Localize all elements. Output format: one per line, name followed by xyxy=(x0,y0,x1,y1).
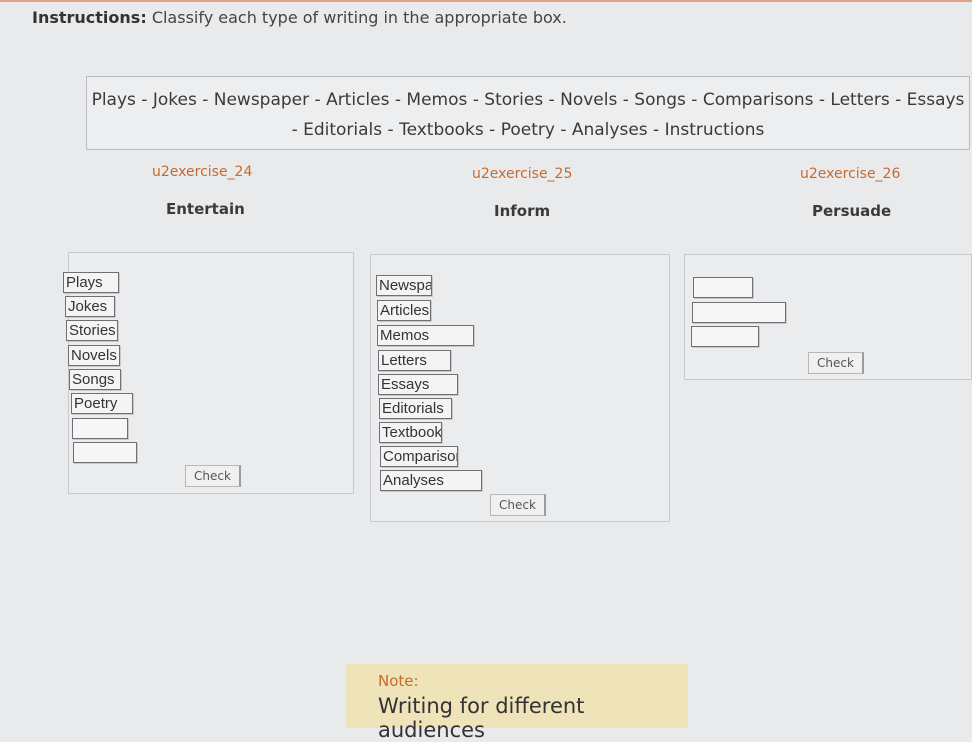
top-border xyxy=(0,0,972,2)
exercise-25-category: Inform xyxy=(494,202,551,220)
slot-stories[interactable]: Stories xyxy=(66,320,118,341)
slot-editorials[interactable]: Editorials xyxy=(379,398,452,419)
slot-analyses[interactable]: Analyses xyxy=(380,470,482,491)
exercise-26-category: Persuade xyxy=(812,202,892,220)
word-bank-line-2: - Editorials - Textbooks - Poetry - Anal… xyxy=(291,120,765,140)
slot-plays[interactable]: Plays xyxy=(63,272,119,293)
instructions: Instructions: Classify each type of writ… xyxy=(32,8,567,27)
slot-letters[interactable]: Letters xyxy=(378,350,451,371)
check-button-persuade[interactable]: Check xyxy=(808,352,864,374)
empty-slot[interactable] xyxy=(72,418,128,439)
slot-memos[interactable]: Memos xyxy=(377,325,474,346)
word-bank: Plays - Jokes - Newspaper - Articles - M… xyxy=(86,76,970,150)
slot-articles[interactable]: Articles xyxy=(377,300,431,321)
check-button-entertain[interactable]: Check xyxy=(185,465,241,487)
exercise-26-name: u2exercise_26 xyxy=(800,166,901,182)
empty-slot[interactable] xyxy=(693,277,753,298)
slot-poetry[interactable]: Poetry xyxy=(71,393,133,414)
instructions-label: Instructions: xyxy=(32,8,147,27)
slot-songs[interactable]: Songs xyxy=(69,369,121,390)
instructions-text: Classify each type of writing in the app… xyxy=(151,8,567,27)
slot-novels[interactable]: Novels xyxy=(68,345,120,366)
exercise-24-name: u2exercise_24 xyxy=(152,164,253,180)
note-text: Writing for different audiences xyxy=(378,694,585,742)
slot-essays[interactable]: Essays xyxy=(378,374,458,395)
check-button-inform[interactable]: Check xyxy=(490,494,546,516)
note-box: Note: Writing for different audiences xyxy=(346,664,688,742)
exercise-24-category: Entertain xyxy=(166,200,245,218)
note-label: Note: xyxy=(378,672,419,690)
slot-textbooks[interactable]: Textbook xyxy=(379,422,442,443)
empty-slot[interactable] xyxy=(73,442,137,463)
exercise-25-name: u2exercise_25 xyxy=(472,166,573,182)
slot-newspaper[interactable]: Newspa xyxy=(376,275,432,296)
word-bank-line-1: Plays - Jokes - Newspaper - Articles - M… xyxy=(91,90,965,110)
empty-slot[interactable] xyxy=(691,326,759,347)
empty-slot[interactable] xyxy=(692,302,786,323)
slot-comparisons[interactable]: Comparisor xyxy=(380,446,458,467)
slot-jokes[interactable]: Jokes xyxy=(65,296,115,317)
